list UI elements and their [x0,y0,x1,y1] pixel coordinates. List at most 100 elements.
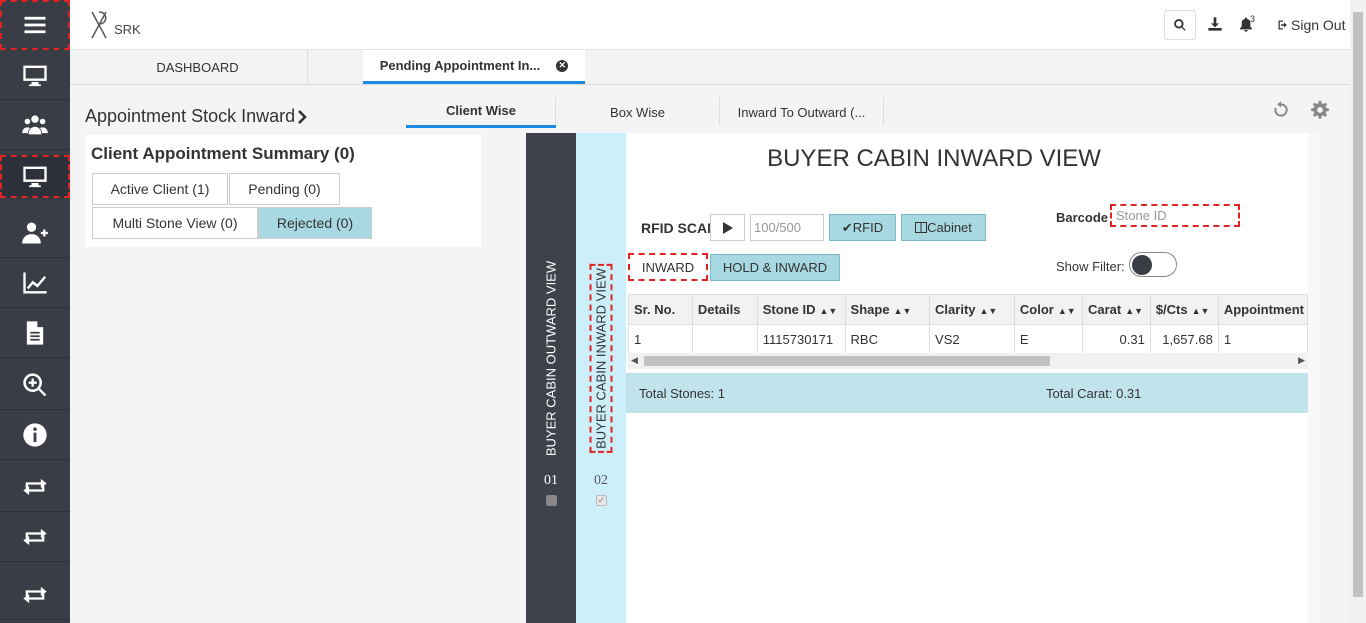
sidebar-item-search[interactable] [0,360,70,410]
col-stone-id[interactable]: Stone ID ▲▼ [756,294,846,325]
active-client-button[interactable]: Active Client (1) [92,173,228,205]
hamburger-menu-button[interactable] [0,0,70,50]
sidebar-item-transfer-2[interactable] [0,512,70,562]
scroll-right-icon[interactable]: ▶ [1298,355,1305,366]
sidebar-item-documents[interactable] [0,308,70,358]
cell-stone-id: 1115730171 [756,324,846,354]
summary-bar: Total Stones: 1 Total Carat: 0.31 [626,373,1308,413]
download-icon[interactable] [1207,16,1223,32]
page-area: Appointment Stock Inward Client Wise Box… [70,85,1350,623]
rfid-count-input[interactable]: 100/500 [750,214,824,241]
monitor-icon [23,65,47,86]
sort-icon: ▲▼ [979,306,998,316]
sidebar-item-info[interactable] [0,410,70,460]
rfid-play-button[interactable] [710,214,745,241]
refresh-icon[interactable] [1271,100,1291,120]
col-sr-no[interactable]: Sr. No. [628,294,693,325]
sidebar-item-transfer-3[interactable] [0,570,70,620]
content-vertical-scrollbar[interactable] [1308,133,1320,623]
page-vertical-scrollbar[interactable] [1350,0,1366,623]
pending-button[interactable]: Pending (0) [229,173,340,205]
sidebar-item-transfer-1[interactable] [0,462,70,512]
barcode-input[interactable]: Stone ID [1110,204,1240,227]
info-icon [23,422,47,447]
col-appointment[interactable]: Appointment [1217,294,1308,325]
sidebar [0,0,70,623]
sign-out-link[interactable]: Sign Out [1277,17,1345,33]
cell-clarity: VS2 [929,324,1015,354]
scroll-left-icon[interactable]: ◀ [631,355,638,366]
transfer-arrows-icon [23,586,47,603]
stone-table: Sr. No. Details Stone ID ▲▼ Shape ▲▼ Clari… [628,294,1308,354]
cabinet-button-label: Cabinet [927,220,972,235]
tab-pending-appointment[interactable]: Pending Appointment In... ✕ [363,50,585,84]
tab-client-wise[interactable]: Client Wise [406,96,556,128]
multi-stone-view-button[interactable]: Multi Stone View (0) [92,207,258,239]
sidebar-item-users[interactable] [0,100,70,150]
top-bar: SRK 3 Sign Out [70,0,1350,50]
outward-view-panel[interactable]: BUYER CABIN OUTWARD VIEW 01 [526,133,576,623]
cell-price-per-carat: 1,657.68 [1149,324,1219,354]
col-carat[interactable]: Carat ▲▼ [1081,294,1151,325]
outward-view-label: BUYER CABIN OUTWARD VIEW [543,260,559,457]
outward-view-number: 01 [544,473,558,488]
tab-inward-to-outward[interactable]: Inward To Outward (... [720,96,883,128]
cell-details[interactable] [691,324,758,354]
total-stones: Total Stones: 1 [639,386,725,401]
inward-view-checkbox[interactable]: ✓ [596,495,607,506]
sidebar-item-buyer-cabin[interactable] [0,155,70,198]
check-icon: ✔ [841,219,853,235]
client-summary-title: Client Appointment Summary (0) [91,144,355,163]
col-clarity[interactable]: Clarity ▲▼ [929,294,1015,325]
rfid-scan-label: RFID SCAN [641,220,718,236]
transfer-arrows-icon [23,528,47,545]
tab-dashboard[interactable]: DASHBOARD [88,50,308,84]
rejected-button[interactable]: Rejected (0) [258,207,372,239]
inward-view-number: 02 [594,473,608,488]
sort-icon: ▲▼ [1057,306,1076,316]
table-row[interactable]: 1 1115730171 RBC VS2 E 0.31 1,657.68 1 [628,324,1308,354]
notification-count: 3 [1250,14,1256,24]
scrollbar-thumb[interactable] [644,356,1050,366]
sidebar-item-monitor[interactable] [0,50,70,100]
sort-icon: ▲▼ [1125,306,1144,316]
scrollbar-thumb[interactable] [1353,12,1363,597]
chevron-right-icon [298,109,307,124]
show-filter-toggle[interactable] [1129,252,1177,277]
close-tab-icon[interactable]: ✕ [556,59,569,72]
cell-carat: 0.31 [1081,324,1151,354]
table-header-row: Sr. No. Details Stone ID ▲▼ Shape ▲▼ Clari… [628,294,1308,325]
rfid-button[interactable]: ✔ RFID [829,214,896,241]
inward-view-panel[interactable]: BUYER CABIN INWARD VIEW 02 ✓ [576,133,626,623]
hamburger-menu-icon [24,16,46,33]
tab-inward-to-outward-label: Inward To Outward (... [737,104,866,120]
search-button[interactable] [1164,10,1196,40]
outward-view-checkbox[interactable] [546,495,557,506]
toggle-knob [1132,255,1152,275]
search-icon [1174,19,1186,31]
monitor-icon [23,166,47,188]
sort-icon: ▲▼ [819,306,838,316]
transfer-arrows-icon [23,478,47,495]
user-plus-icon [22,222,48,243]
sort-icon: ▲▼ [1191,306,1210,316]
divider [883,97,884,125]
col-shape[interactable]: Shape ▲▼ [844,294,931,325]
cabinet-button[interactable]: Cabinet [901,214,986,241]
sidebar-item-reports[interactable] [0,258,70,308]
settings-gear-icon[interactable] [1310,100,1330,120]
col-details[interactable]: Details [691,294,758,325]
col-price-per-carat[interactable]: $/Cts ▲▼ [1149,294,1219,325]
tabs-bar: DASHBOARD Pending Appointment In... ✕ [70,50,1350,85]
sidebar-item-add-user[interactable] [0,208,70,258]
col-color[interactable]: Color ▲▼ [1013,294,1083,325]
tab-box-wise[interactable]: Box Wise [556,96,719,128]
hold-and-inward-button[interactable]: HOLD & INWARD [710,254,840,281]
inward-button[interactable]: INWARD [628,253,708,281]
sign-out-icon [1278,20,1287,30]
cell-sr-no: 1 [628,324,693,354]
tab-client-wise-label: Client Wise [446,103,516,118]
document-icon [26,320,44,345]
table-horizontal-scrollbar[interactable]: ◀ ▶ [628,353,1308,369]
cell-appointment: 1 [1217,324,1308,354]
